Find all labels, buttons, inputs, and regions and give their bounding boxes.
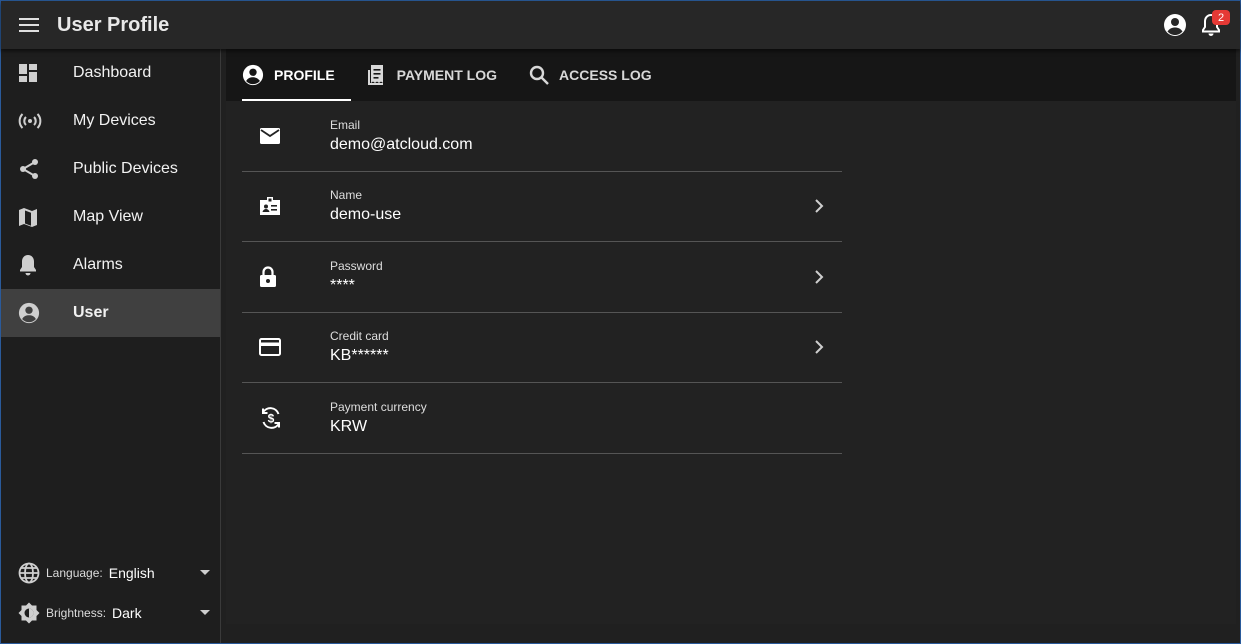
brightness-value: Dark <box>112 605 142 621</box>
sidebar-item-my-devices[interactable]: My Devices <box>1 97 220 145</box>
email-label: Email <box>330 117 361 132</box>
account-circle-icon <box>1164 14 1186 36</box>
tab-profile[interactable]: PROFILE <box>242 49 351 101</box>
sidebar-item-label: Alarms <box>73 256 123 273</box>
brightness-select[interactable]: Brightness: Dark <box>1 593 220 633</box>
language-value: English <box>108 565 155 581</box>
email-row: Email demo@atcloud.com <box>242 101 842 172</box>
tab-bar: PROFILE PAYMENT LOG ACCESS LOG <box>226 49 1236 101</box>
currency-exchange-icon: $ <box>262 406 280 429</box>
lock-icon <box>260 266 276 287</box>
svg-text:$: $ <box>268 411 275 425</box>
globe-icon <box>18 562 40 584</box>
password-row[interactable]: Password **** <box>242 242 842 313</box>
language-select[interactable]: Language: English <box>1 553 220 593</box>
menu-button[interactable] <box>1 1 57 49</box>
tab-label: ACCESS LOG <box>559 67 652 83</box>
bell-icon <box>20 255 36 276</box>
map-icon <box>19 208 37 227</box>
email-icon <box>260 127 280 144</box>
profile-list: Email demo@atcloud.com Name demo-use Pas… <box>226 101 1236 454</box>
account-circle-icon <box>242 64 264 86</box>
search-icon <box>529 65 549 85</box>
sidebar-item-public-devices[interactable]: Public Devices <box>1 145 220 193</box>
hamburger-menu-icon <box>19 18 39 32</box>
sidebar-item-map-view[interactable]: Map View <box>1 193 220 241</box>
dashboard-icon <box>19 64 37 82</box>
chevron-right-icon <box>815 199 824 213</box>
account-button[interactable] <box>1158 8 1192 42</box>
sidebar-item-alarms[interactable]: Alarms <box>1 241 220 289</box>
dropdown-arrow-icon <box>200 570 210 575</box>
sidebar-item-label: Map View <box>73 208 143 225</box>
tab-access-log[interactable]: ACCESS LOG <box>529 49 668 101</box>
credit-card-icon <box>259 338 281 357</box>
chevron-right-icon <box>815 340 824 354</box>
main-content: PROFILE PAYMENT LOG ACCESS LOG Email dem… <box>226 49 1236 624</box>
notifications-button[interactable]: 2 <box>1194 8 1230 42</box>
dropdown-arrow-icon <box>200 610 210 615</box>
sidebar-item-user[interactable]: User <box>1 289 220 337</box>
password-label: Password <box>330 258 383 273</box>
name-value: demo-use <box>330 206 402 224</box>
tab-label: PAYMENT LOG <box>396 67 498 83</box>
credit-card-value: KB****** <box>330 347 389 365</box>
email-value: demo@atcloud.com <box>330 135 473 153</box>
payment-currency-value: KRW <box>330 417 368 435</box>
credit-card-label: Credit card <box>330 329 389 344</box>
notification-badge: 2 <box>1212 10 1230 25</box>
sidebar-item-label: Dashboard <box>73 64 152 81</box>
receipt-icon <box>367 65 383 85</box>
page-title: User Profile <box>57 13 170 36</box>
tab-label: PROFILE <box>274 67 335 83</box>
account-circle-icon <box>18 302 40 324</box>
brightness-label: Brightness: <box>46 606 107 620</box>
credit-card-row[interactable]: Credit card KB****** <box>242 313 842 383</box>
badge-icon <box>260 197 280 216</box>
payment-currency-row: $ Payment currency KRW <box>242 383 842 454</box>
sidebar-item-label: My Devices <box>73 112 156 129</box>
language-label: Language: <box>46 566 103 580</box>
sidebar-item-label: User <box>73 304 109 321</box>
tab-payment-log[interactable]: PAYMENT LOG <box>367 49 513 101</box>
name-label: Name <box>330 188 363 203</box>
sidebar: Dashboard My Devices Public Devices Map … <box>1 49 221 643</box>
broadcast-icon <box>18 113 42 129</box>
app-bar: User Profile 2 <box>1 1 1240 49</box>
sidebar-item-label: Public Devices <box>73 160 178 177</box>
share-icon <box>20 159 38 179</box>
brightness-icon <box>18 602 40 624</box>
chevron-right-icon <box>815 270 824 284</box>
sidebar-item-dashboard[interactable]: Dashboard <box>1 49 220 97</box>
password-value: **** <box>330 276 355 294</box>
name-row[interactable]: Name demo-use <box>242 172 842 242</box>
payment-currency-label: Payment currency <box>330 399 427 414</box>
